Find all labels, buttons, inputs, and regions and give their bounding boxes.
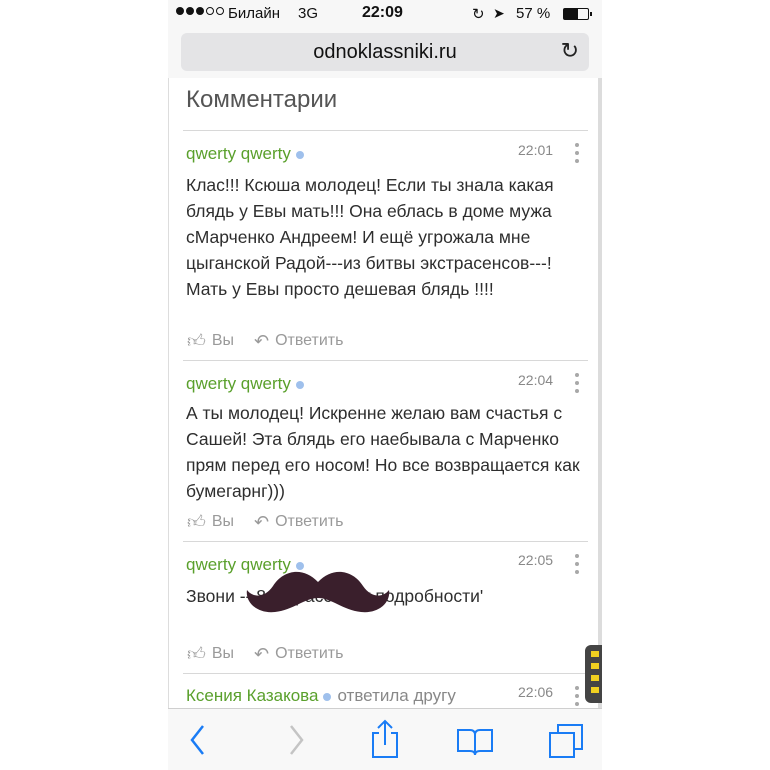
mustache-sticker (246, 571, 390, 613)
page-title: Комментарии (186, 86, 338, 113)
comment-time: 22:04 (518, 372, 554, 388)
battery-percent: 57 % (516, 5, 551, 22)
comment-time: 22:05 (518, 552, 554, 568)
chevron-right-icon[interactable] (286, 723, 306, 757)
comment-author[interactable]: qwerty qwerty (186, 374, 304, 394)
more-options-icon[interactable] (575, 373, 581, 393)
carrier-name: Билайн (228, 5, 280, 22)
book-icon[interactable] (456, 727, 494, 757)
divider (183, 673, 588, 674)
reply-arrow-icon[interactable]: ↶ (254, 512, 269, 533)
tabs-icon[interactable] (548, 723, 584, 759)
comment-author[interactable]: qwerty qwerty (186, 144, 304, 164)
reply-arrow-icon[interactable]: ↶ (254, 331, 269, 352)
reply-note: ответила другу (337, 686, 456, 705)
divider (183, 541, 588, 542)
like-label[interactable]: Вы (212, 645, 234, 663)
phone-screen: Билайн 3G 22:09 ↻ ➤ 57 % odnoklassniki.r… (168, 0, 602, 770)
like-label[interactable]: Вы (212, 513, 234, 531)
more-options-icon[interactable] (575, 143, 581, 163)
comment-text: Клас!!! Ксюша молодец! Если ты знала как… (186, 175, 554, 299)
reply-button[interactable]: Ответить (275, 513, 343, 531)
comment-time: 22:06 (518, 684, 554, 700)
network-type: 3G (298, 5, 319, 22)
online-status-icon (323, 692, 332, 701)
reply-button[interactable]: Ответить (275, 645, 343, 663)
online-status-icon (295, 150, 304, 159)
signal-strength-icon (176, 7, 224, 15)
orientation-lock-icon: ↻ (472, 6, 485, 23)
thumbs-up-icon[interactable]: 👍︎ (187, 643, 206, 665)
comment-author[interactable]: Ксения Казакова ответила другу (186, 686, 456, 706)
comment-text: А ты молодец! Искренне желаю вам счастья… (186, 403, 580, 501)
url-text[interactable]: odnoklassniki.ru (181, 41, 589, 64)
comment-time: 22:01 (518, 142, 554, 158)
reply-button[interactable]: Ответить (275, 332, 343, 350)
like-label[interactable]: Вы (212, 332, 234, 350)
online-status-icon (295, 380, 304, 389)
address-bar[interactable]: odnoklassniki.ru ↻ (181, 33, 589, 71)
battery-icon (563, 8, 592, 20)
browser-toolbar (168, 708, 602, 770)
thumbs-up-icon[interactable]: 👍︎ (187, 330, 206, 352)
more-options-icon[interactable] (575, 554, 581, 574)
share-icon[interactable] (369, 719, 401, 759)
divider (183, 360, 588, 361)
chevron-left-icon[interactable] (188, 723, 208, 757)
reply-arrow-icon[interactable]: ↶ (254, 644, 269, 665)
more-options-icon[interactable] (575, 686, 581, 706)
status-bar: Билайн 3G 22:09 ↻ ➤ 57 % (168, 0, 602, 28)
location-icon: ➤ (493, 5, 505, 21)
divider (183, 130, 588, 131)
clock: 22:09 (362, 4, 403, 21)
reload-icon[interactable]: ↻ (561, 38, 579, 64)
floating-panel-handle[interactable] (585, 645, 602, 703)
thumbs-up-icon[interactable]: 👍︎ (187, 511, 206, 533)
scroll-rail[interactable] (598, 78, 602, 708)
